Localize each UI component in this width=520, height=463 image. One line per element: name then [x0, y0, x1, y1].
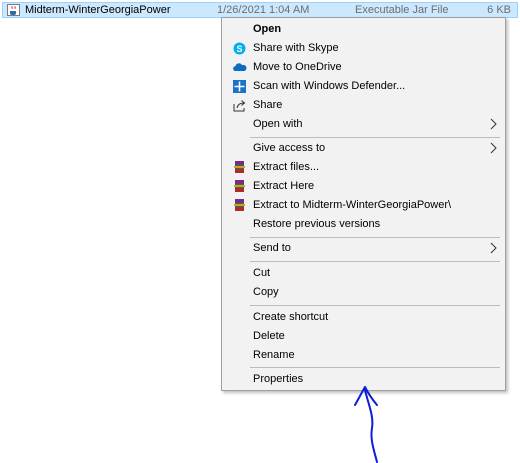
menu-item-label: Rename [253, 349, 295, 361]
menu-item-label: Move to OneDrive [253, 61, 342, 73]
skype-icon: S [233, 42, 246, 55]
file-name: Midterm-WinterGeorgiaPower [25, 4, 171, 16]
hand-drawn-arrow-icon [354, 386, 378, 463]
menu-item-label: Open with [253, 118, 303, 130]
share-icon [233, 100, 246, 112]
menu-item-open[interactable]: Open [224, 20, 503, 39]
context-menu: Open S Share with Skype Move to OneDrive… [221, 17, 506, 391]
menu-item-label: Properties [253, 373, 304, 385]
menu-item-restore-previous-versions[interactable]: Restore previous versions [224, 215, 503, 234]
chevron-right-icon [490, 118, 497, 130]
menu-item-open-with[interactable]: Open with [224, 115, 503, 134]
file-row-selected[interactable]: Midterm-WinterGeorgiaPower 1/26/2021 1:0… [2, 2, 518, 18]
menu-item-label: Delete [253, 330, 285, 342]
file-type: Executable Jar File [355, 4, 449, 16]
menu-separator [250, 367, 500, 368]
menu-item-extract-files[interactable]: Extract files... [224, 158, 503, 177]
menu-item-send-to[interactable]: Send to [224, 239, 503, 258]
menu-item-scan-defender[interactable]: Scan with Windows Defender... [224, 77, 503, 96]
menu-item-label: Send to [253, 242, 291, 254]
menu-item-copy[interactable]: Copy [224, 283, 503, 302]
menu-item-label: Give access to [253, 142, 326, 154]
winrar-icon [234, 180, 245, 192]
menu-item-label: Extract Here [253, 180, 315, 192]
menu-item-label: Restore previous versions [253, 218, 381, 230]
winrar-icon [234, 161, 245, 173]
menu-separator [250, 261, 500, 262]
menu-item-label: Share [253, 99, 283, 111]
menu-item-label: Extract to Midterm-WinterGeorgiaPower\ [253, 199, 452, 211]
menu-item-delete[interactable]: Delete [224, 327, 503, 346]
menu-item-label: Scan with Windows Defender... [253, 80, 406, 92]
menu-separator [250, 237, 500, 238]
menu-item-rename[interactable]: Rename [224, 346, 503, 365]
file-size: 6 KB [487, 4, 511, 16]
menu-item-give-access-to[interactable]: Give access to [224, 139, 503, 158]
svg-text:S: S [236, 44, 242, 54]
chevron-right-icon [490, 142, 497, 154]
jar-file-icon [7, 4, 20, 16]
menu-separator [250, 137, 500, 138]
file-date: 1/26/2021 1:04 AM [217, 4, 310, 16]
menu-item-extract-here[interactable]: Extract Here [224, 177, 503, 196]
menu-item-label: Create shortcut [253, 311, 329, 323]
menu-item-label: Cut [253, 267, 271, 279]
menu-item-label: Extract files... [253, 161, 320, 173]
menu-item-label: Share with Skype [253, 42, 339, 54]
menu-item-move-to-onedrive[interactable]: Move to OneDrive [224, 58, 503, 77]
defender-icon [233, 80, 246, 93]
menu-separator [250, 305, 500, 306]
winrar-icon [234, 199, 245, 211]
menu-item-cut[interactable]: Cut [224, 264, 503, 283]
onedrive-icon [233, 63, 247, 71]
menu-item-label: Open [253, 23, 282, 35]
menu-item-create-shortcut[interactable]: Create shortcut [224, 308, 503, 327]
menu-item-label: Copy [253, 286, 279, 298]
menu-item-share-with-skype[interactable]: S Share with Skype [224, 39, 503, 58]
menu-item-share[interactable]: Share [224, 96, 503, 115]
menu-item-extract-to-folder[interactable]: Extract to Midterm-WinterGeorgiaPower\ [224, 196, 503, 215]
chevron-right-icon [490, 242, 497, 254]
